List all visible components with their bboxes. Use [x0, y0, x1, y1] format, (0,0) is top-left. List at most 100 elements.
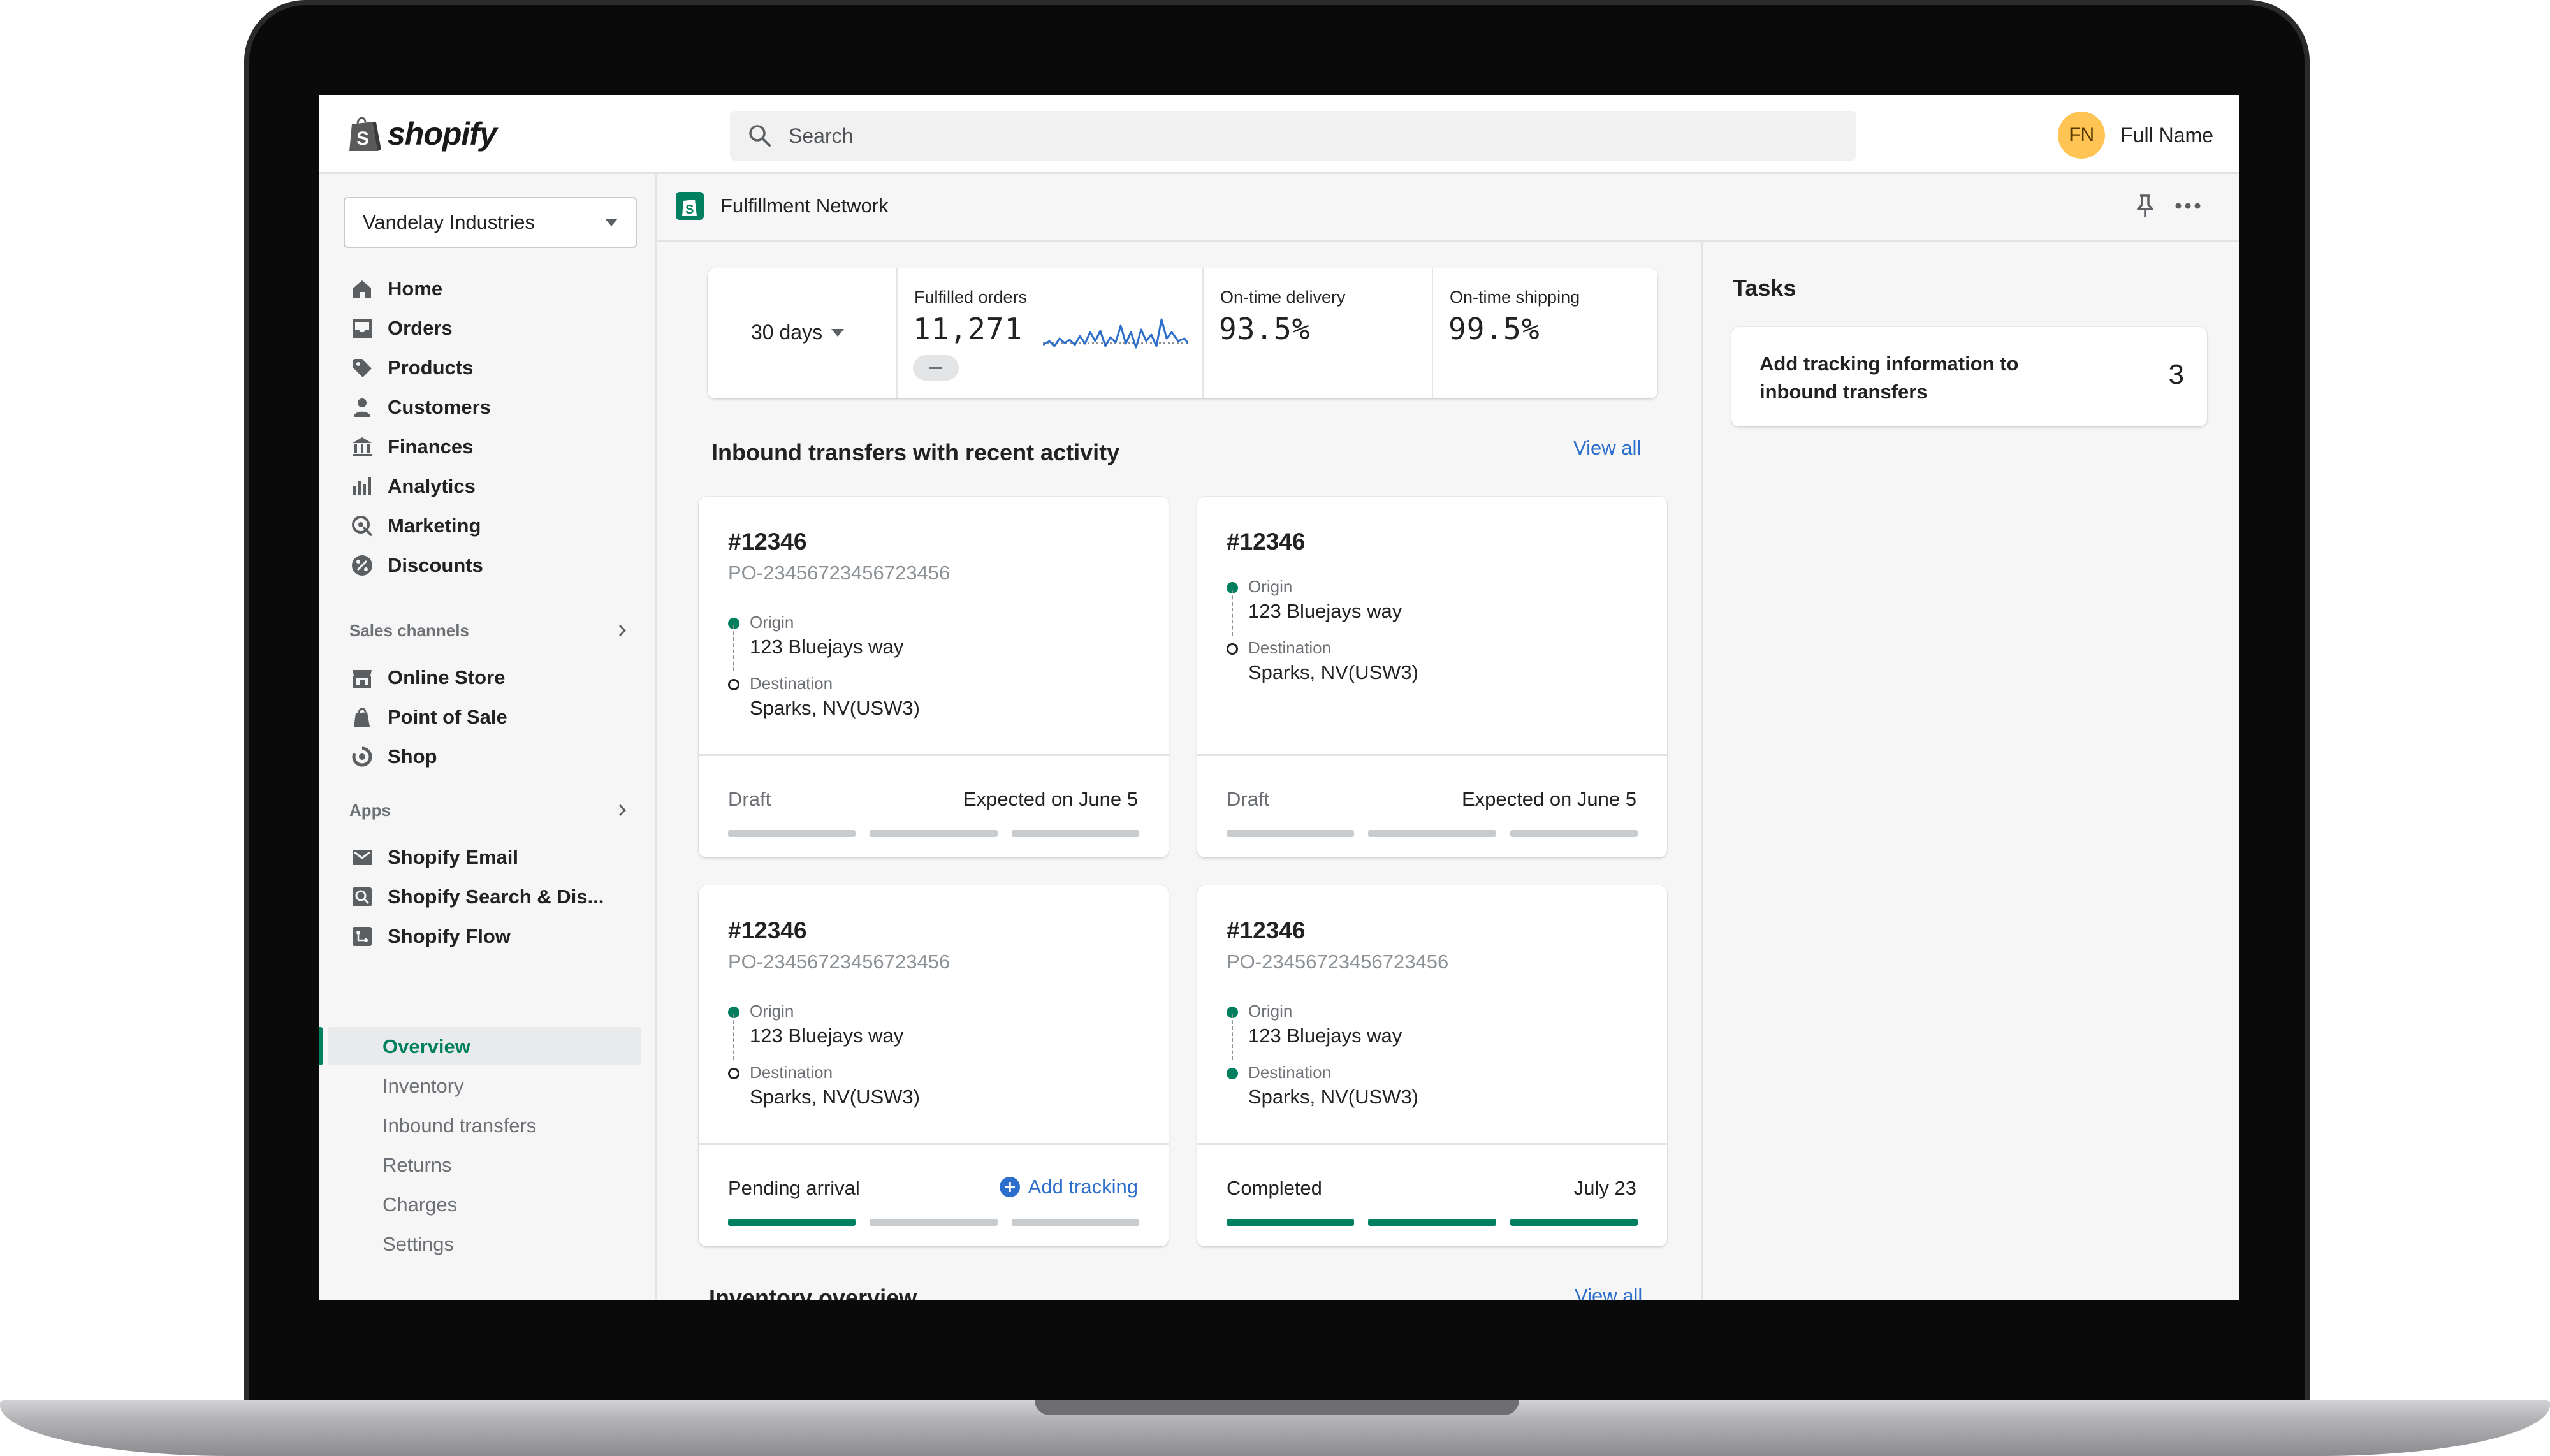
apps-heading[interactable]: Apps	[349, 797, 630, 823]
bank-icon	[353, 437, 372, 456]
origin-value: 123 Bluejays way	[750, 1024, 904, 1047]
trend-badge	[913, 355, 959, 381]
nav-home[interactable]: Home	[351, 272, 442, 305]
user-name: Full Name	[2120, 123, 2213, 147]
store-icon	[353, 670, 372, 688]
transfer-route: Origin 123 Bluejays way Destination Spar…	[728, 999, 1111, 1114]
shop-icon	[352, 746, 372, 767]
task-card[interactable]: Add tracking information to inbound tran…	[1731, 327, 2207, 426]
transfer-id: #12346	[728, 528, 807, 555]
nav-online-store[interactable]: Online Store	[351, 661, 505, 694]
person-icon	[354, 398, 370, 417]
search-bar[interactable]	[730, 111, 1856, 161]
transfer-card[interactable]: #12346 PO-23456723456723456 Origin 123 B…	[699, 497, 1169, 857]
sub-nav-charges[interactable]: Charges	[382, 1189, 457, 1221]
sub-nav-overview[interactable]: Overview	[382, 1031, 470, 1063]
route-line	[1232, 1014, 1233, 1060]
destination-label: Destination	[750, 674, 833, 693]
brand-name: shopify	[388, 116, 497, 152]
ontime-delivery-stat[interactable]: On-time delivery 93.5%	[1202, 268, 1432, 398]
task-text: Add tracking information to inbound tran…	[1759, 353, 2019, 403]
progress-segment	[1510, 830, 1638, 837]
nav-shopify-search[interactable]: Shopify Search & Dis...	[351, 880, 604, 914]
route-line	[733, 625, 734, 671]
transfer-status: Draft	[1227, 788, 1270, 810]
sub-nav-settings[interactable]: Settings	[382, 1228, 454, 1260]
nav-label: Shopify Flow	[388, 925, 511, 947]
origin-label: Origin	[750, 1001, 794, 1021]
nav-label: Online Store	[388, 666, 506, 688]
sales-channels-heading[interactable]: Sales channels	[349, 618, 630, 643]
progress-bar	[1227, 1219, 1638, 1227]
progress-segment	[1368, 830, 1496, 837]
fulfilled-orders-stat[interactable]: Fulfilled orders 11,271	[896, 268, 1202, 398]
ontime-delivery-label: On-time delivery	[1220, 288, 1346, 307]
caret-down-icon	[605, 219, 618, 226]
transfers-view-all-link[interactable]: View all	[1573, 437, 1641, 460]
progress-bar	[728, 830, 1139, 838]
pin-icon[interactable]	[2133, 193, 2157, 219]
screen: S shopify FN Full Name Vandelay Industri…	[319, 95, 2239, 1300]
transfer-po: PO-23456723456723456	[728, 562, 951, 584]
transfer-id: #12346	[1227, 917, 1306, 943]
transfer-footer: Pending arrival Add tracking	[699, 1143, 1169, 1246]
nav-point-of-sale[interactable]: Point of Sale	[351, 701, 507, 734]
progress-segment	[870, 1219, 998, 1226]
progress-bar	[1227, 830, 1638, 838]
add-tracking-button[interactable]: Add tracking	[999, 1176, 1138, 1198]
expected-date: Expected on June 5	[1461, 788, 1636, 810]
nav-customers[interactable]: Customers	[351, 391, 491, 424]
active-item-highlight	[328, 1027, 641, 1065]
fulfilled-orders-value: 11,271	[913, 312, 1023, 346]
nav-orders[interactable]: Orders	[351, 312, 453, 345]
inventory-view-all-link[interactable]: View all	[1575, 1285, 1642, 1300]
search-icon	[749, 125, 771, 147]
tasks-title: Tasks	[1733, 275, 1796, 301]
transfer-po: PO-23456723456723456	[728, 950, 951, 973]
destination-dot-icon	[1227, 643, 1238, 655]
nav-shopify-email[interactable]: Shopify Email	[351, 841, 518, 874]
fulfilled-orders-label: Fulfilled orders	[914, 288, 1028, 307]
ontime-shipping-label: On-time shipping	[1450, 288, 1580, 307]
nav-shopify-flow[interactable]: Shopify Flow	[351, 920, 511, 953]
nav-label: Analytics	[388, 475, 476, 497]
email-icon	[353, 850, 372, 865]
sub-nav-inventory[interactable]: Inventory	[382, 1070, 464, 1102]
destination-value: Sparks, NV(USW3)	[1248, 661, 1418, 683]
nav-finances[interactable]: Finances	[351, 430, 473, 463]
shopify-logo[interactable]: S shopify	[347, 114, 497, 154]
nav-analytics[interactable]: Analytics	[351, 470, 476, 503]
transfer-status: Draft	[728, 788, 771, 810]
ontime-delivery-value: 93.5%	[1219, 312, 1311, 346]
sub-nav-returns[interactable]: Returns	[382, 1149, 452, 1181]
completed-date: July 23	[1573, 1177, 1636, 1199]
sub-nav-inbound-transfers[interactable]: Inbound transfers	[382, 1110, 536, 1142]
user-menu[interactable]: FN Full Name	[2058, 112, 2213, 159]
sparkline	[1043, 318, 1188, 349]
percent-icon	[352, 555, 372, 576]
destination-value: Sparks, NV(USW3)	[750, 1086, 920, 1108]
transfer-card[interactable]: #12346 PO-23456723456723456 Origin 123 B…	[1197, 885, 1667, 1246]
nav-products[interactable]: Products	[351, 351, 473, 384]
transfer-card[interactable]: #12346 PO-23456723456723456 Origin 123 B…	[699, 885, 1169, 1246]
route-line	[1232, 590, 1233, 636]
nav-marketing[interactable]: Marketing	[351, 509, 481, 542]
top-bar: S shopify FN Full Name	[319, 95, 2239, 174]
nav-shop[interactable]: Shop	[351, 740, 437, 773]
search-input[interactable]	[789, 124, 1809, 148]
transfer-footer: Draft Expected on June 5	[1197, 754, 1667, 857]
more-actions-icon[interactable]	[2174, 193, 2202, 219]
ontime-shipping-stat[interactable]: On-time shipping 99.5%	[1432, 268, 1657, 398]
laptop-notch	[1035, 1400, 1519, 1415]
store-selector[interactable]: Vandelay Industries	[344, 197, 637, 248]
progress-segment	[1510, 1219, 1638, 1226]
flow-icon	[353, 927, 372, 946]
expected-date: Expected on June 5	[963, 788, 1138, 810]
origin-label: Origin	[1248, 577, 1293, 596]
transfer-card[interactable]: #12346 Origin 123 Bluejays way Destinati…	[1197, 497, 1667, 857]
date-range-selector[interactable]: 30 days	[751, 321, 845, 344]
nav-discounts[interactable]: Discounts	[351, 549, 483, 582]
chevron-right-icon	[618, 804, 627, 817]
bar-chart-icon	[353, 477, 371, 495]
transfer-route: Origin 123 Bluejays way Destination Spar…	[728, 610, 1111, 725]
